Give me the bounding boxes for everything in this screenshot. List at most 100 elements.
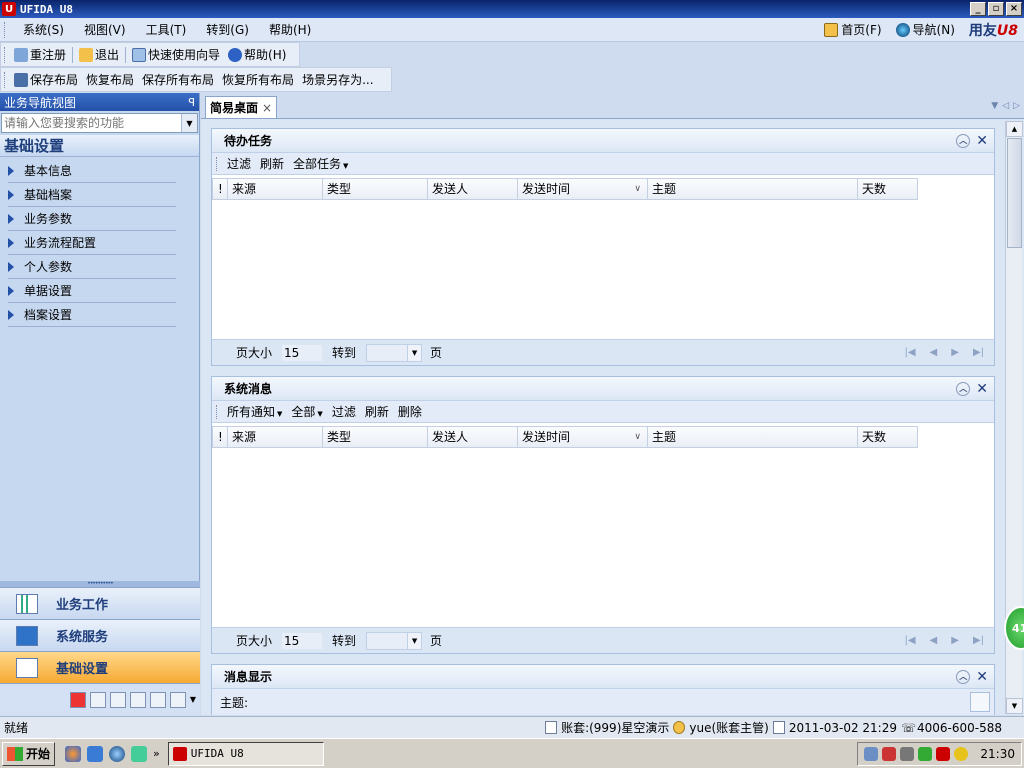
help-button[interactable]: 帮助(H) — [224, 44, 290, 65]
volume-icon[interactable] — [900, 746, 915, 761]
filter-button[interactable]: 过滤 — [227, 155, 251, 172]
org-chart-icon[interactable] — [129, 691, 146, 708]
col-type[interactable]: 类型 — [323, 426, 428, 448]
toolbar-grip[interactable] — [4, 71, 7, 88]
all-tasks-dropdown[interactable]: 全部任务 ▼ — [293, 155, 348, 172]
restore-all-layouts-button[interactable]: 恢复所有布局 — [218, 69, 298, 90]
recycle-icon[interactable] — [918, 746, 933, 761]
help-tray-icon[interactable] — [954, 746, 969, 761]
save-all-layouts-button[interactable]: 保存所有布局 — [138, 69, 218, 90]
scroll-down-icon[interactable]: ▼ — [1006, 698, 1023, 714]
first-page-icon[interactable]: |◀ — [904, 635, 915, 646]
filter-button[interactable]: 过滤 — [332, 403, 356, 420]
navigation-link[interactable]: 导航(N) — [895, 21, 955, 38]
function-search[interactable]: ▼ — [1, 113, 198, 133]
nav-item-basic-archive[interactable]: 基础档案 — [8, 183, 176, 207]
save-scene-as-button[interactable]: 场景另存为... — [298, 69, 377, 90]
refresh-button[interactable]: 刷新 — [260, 155, 284, 172]
collapse-icon[interactable]: ︿ — [956, 133, 971, 148]
save-layout-button[interactable]: 保存布局 — [10, 69, 82, 90]
pin-icon[interactable]: ꟼ — [188, 96, 195, 109]
menu-goto[interactable]: 转到(G) — [196, 20, 259, 40]
delete-button[interactable]: 删除 — [398, 403, 422, 420]
toolbar-grip[interactable] — [216, 404, 218, 419]
bottom-tab-business-work[interactable]: 业务工作 — [0, 587, 200, 619]
browser-icon[interactable] — [131, 745, 148, 762]
nav-item-archive-settings[interactable]: 档案设置 — [8, 303, 176, 327]
nav-item-document-settings[interactable]: 单据设置 — [8, 279, 176, 303]
stop-icon[interactable] — [69, 691, 86, 708]
col-subject[interactable]: 主题 — [648, 178, 858, 200]
col-send-time[interactable]: 发送时间 ∨ — [518, 178, 648, 200]
col-days[interactable]: 天数 — [858, 178, 918, 200]
next-page-icon[interactable]: ▶ — [951, 347, 959, 358]
tab-list-dropdown-icon[interactable]: ▼ — [991, 101, 998, 111]
collapse-icon[interactable]: ︿ — [956, 381, 971, 396]
nav-item-workflow-config[interactable]: 业务流程配置 — [8, 231, 176, 255]
security-icon[interactable] — [882, 746, 897, 761]
goto-page-select[interactable]: ▼ — [366, 631, 423, 650]
page-size-input[interactable] — [282, 632, 323, 649]
exit-button[interactable]: 退出 — [75, 44, 123, 65]
refresh-icon[interactable] — [89, 691, 106, 708]
prev-page-icon[interactable]: ◀ — [930, 347, 938, 358]
close-panel-icon[interactable]: ✕ — [976, 669, 988, 685]
nav-item-basic-info[interactable]: 基本信息 — [8, 159, 176, 183]
messenger-icon[interactable] — [87, 745, 104, 762]
menubar-grip[interactable] — [4, 21, 7, 38]
reregister-button[interactable]: 重注册 — [10, 44, 70, 65]
bottom-tab-system-service[interactable]: 系统服务 — [0, 619, 200, 651]
calculator-icon[interactable] — [109, 691, 126, 708]
start-button[interactable]: 开始 — [2, 741, 56, 766]
quick-guide-button[interactable]: 快速使用向导 — [128, 44, 224, 65]
close-window-button[interactable]: × — [1006, 2, 1022, 16]
search-dropdown-icon[interactable]: ▼ — [181, 114, 197, 132]
tab-scroll-left-icon[interactable]: ◁ — [1002, 101, 1009, 111]
all-dropdown[interactable]: 全部 ▼ — [291, 403, 322, 420]
menu-system[interactable]: 系统(S) — [13, 20, 74, 40]
bottom-tab-basic-settings[interactable]: 基础设置 — [0, 651, 200, 683]
first-page-icon[interactable]: |◀ — [904, 347, 915, 358]
menu-tools[interactable]: 工具(T) — [136, 20, 197, 40]
last-page-icon[interactable]: ▶| — [973, 635, 984, 646]
u8-tray-icon[interactable] — [936, 746, 951, 761]
close-panel-icon[interactable]: ✕ — [976, 133, 988, 149]
minimize-button[interactable]: _ — [970, 2, 986, 16]
col-type[interactable]: 类型 — [323, 178, 428, 200]
last-page-icon[interactable]: ▶| — [973, 347, 984, 358]
col-priority[interactable]: ! — [212, 426, 228, 448]
refresh-button[interactable]: 刷新 — [365, 403, 389, 420]
scroll-up-icon[interactable]: ▲ — [1006, 121, 1023, 137]
copy-icon[interactable] — [149, 691, 166, 708]
close-panel-icon[interactable]: ✕ — [976, 381, 988, 397]
col-subject[interactable]: 主题 — [648, 426, 858, 448]
col-sender[interactable]: 发送人 — [428, 178, 518, 200]
menu-view[interactable]: 视图(V) — [74, 20, 136, 40]
ie-browser-icon[interactable] — [109, 745, 126, 762]
window-icon[interactable] — [169, 691, 186, 708]
butterfly-icon[interactable] — [65, 745, 82, 762]
tab-scroll-right-icon[interactable]: ▷ — [1013, 101, 1020, 111]
taskbar-app-ufida[interactable]: UFIDA U8 — [167, 741, 324, 766]
attachment-icon[interactable] — [970, 692, 990, 712]
next-page-icon[interactable]: ▶ — [951, 635, 959, 646]
tab-simple-desktop[interactable]: 简易桌面 × — [205, 96, 278, 118]
goto-page-select[interactable]: ▼ — [366, 343, 423, 362]
home-link[interactable]: 首页(F) — [824, 21, 882, 38]
col-source[interactable]: 来源 — [228, 426, 323, 448]
col-send-time[interactable]: 发送时间 ∨ — [518, 426, 648, 448]
nav-item-business-params[interactable]: 业务参数 — [8, 207, 176, 231]
col-source[interactable]: 来源 — [228, 178, 323, 200]
page-size-input[interactable] — [282, 344, 323, 361]
collapse-icon[interactable]: ︿ — [956, 669, 971, 684]
menu-help[interactable]: 帮助(H) — [259, 20, 321, 40]
all-notices-dropdown[interactable]: 所有通知 ▼ — [227, 403, 282, 420]
col-sender[interactable]: 发送人 — [428, 426, 518, 448]
scroll-thumb[interactable] — [1007, 138, 1022, 248]
more-dropdown-icon[interactable]: ▼ — [190, 695, 196, 704]
restore-layout-button[interactable]: 恢复布局 — [82, 69, 138, 90]
network-icon[interactable] — [864, 746, 879, 761]
function-search-input[interactable] — [2, 116, 181, 130]
nav-item-personal-params[interactable]: 个人参数 — [8, 255, 176, 279]
close-tab-icon[interactable]: × — [262, 101, 272, 115]
